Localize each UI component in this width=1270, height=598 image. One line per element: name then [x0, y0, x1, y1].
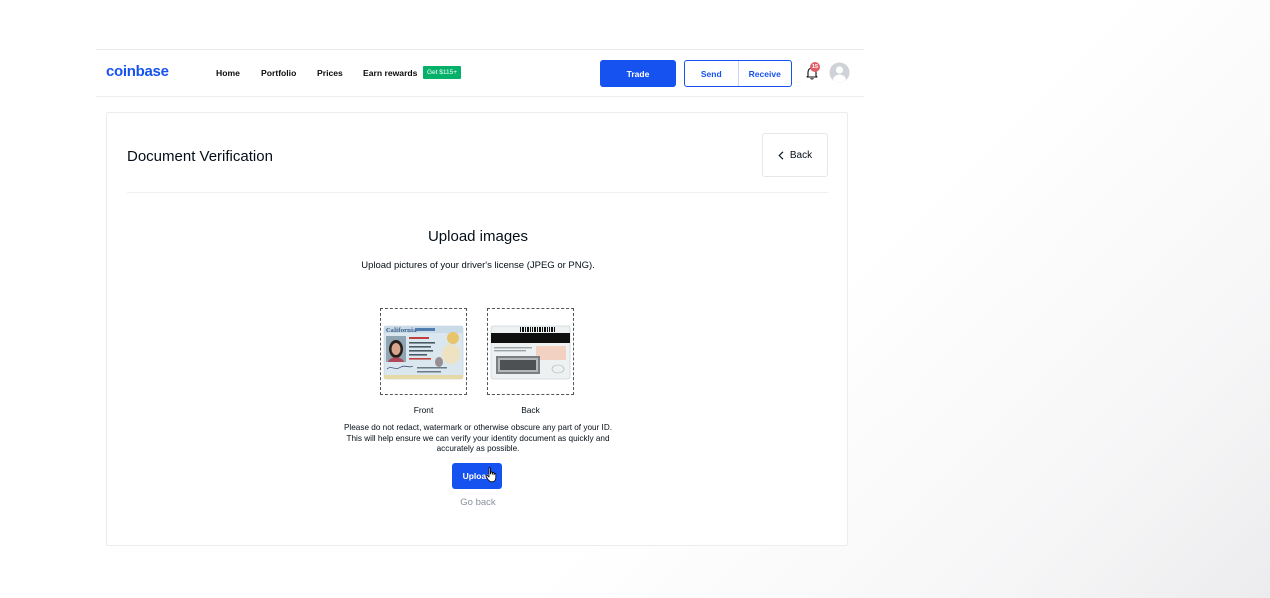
page-title: Document Verification — [127, 148, 273, 165]
avatar-icon[interactable] — [829, 62, 850, 83]
front-id-image: California — [383, 325, 464, 380]
document-verification-card: Document Verification Back Upload images… — [106, 112, 848, 546]
send-button[interactable]: Send — [685, 61, 739, 86]
notification-count-badge: 15 — [810, 62, 820, 72]
hand-cursor-icon — [485, 467, 497, 483]
upload-title: Upload images — [427, 228, 529, 245]
nav-portfolio[interactable]: Portfolio — [261, 68, 296, 78]
nav-prices[interactable]: Prices — [317, 68, 343, 78]
back-label: Back — [521, 405, 540, 415]
nav-earn-rewards[interactable]: Earn rewards — [363, 68, 417, 78]
trade-button[interactable]: Trade — [600, 60, 676, 87]
coinbase-logo[interactable]: coinbase — [106, 63, 169, 80]
back-id-image — [490, 325, 571, 380]
go-back-link[interactable]: Go back — [107, 497, 849, 508]
send-receive-group: Send Receive — [684, 60, 792, 87]
id-upload-notice: Please do not redact, watermark or other… — [343, 423, 613, 453]
upload-subtitle: Upload pictures of your driver's license… — [361, 260, 595, 271]
back-id-upload-slot[interactable] — [487, 308, 574, 395]
front-id-state-text: California — [386, 328, 417, 334]
receive-button[interactable]: Receive — [739, 61, 792, 86]
front-id-upload-slot[interactable]: California — [380, 308, 467, 395]
chevron-left-icon — [778, 150, 784, 160]
header-divider — [127, 192, 828, 193]
front-label: Front — [413, 405, 434, 415]
earn-rewards-badge[interactable]: Get $115+ — [423, 66, 462, 79]
back-button-label: Back — [789, 149, 813, 161]
nav-home[interactable]: Home — [216, 68, 240, 78]
back-button[interactable]: Back — [762, 133, 828, 177]
top-navigation-bar: coinbase Home Portfolio Prices Earn rewa… — [96, 49, 864, 97]
